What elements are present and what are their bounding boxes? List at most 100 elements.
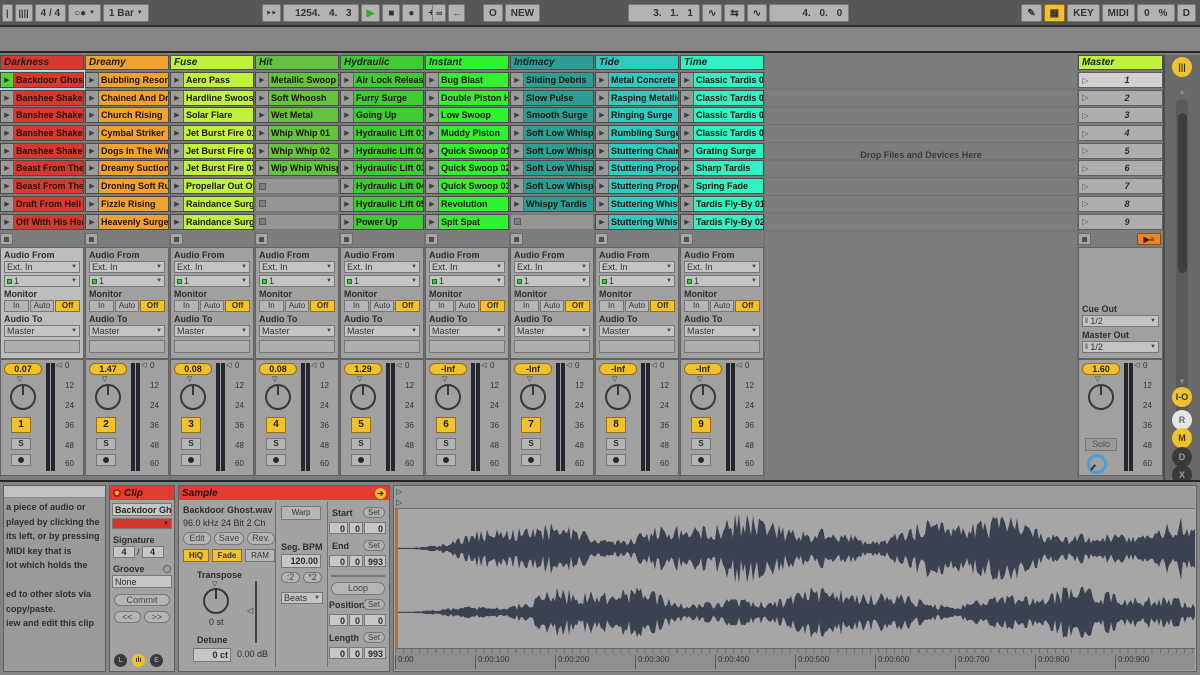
input-channel-chooser[interactable]: 1▼ xyxy=(684,275,760,287)
clip-launch-button[interactable]: ▶ xyxy=(341,161,354,175)
clip[interactable]: ▶ Stuttering Chain xyxy=(595,143,679,159)
commit-button[interactable]: Commit xyxy=(114,594,170,606)
clip-launch-button[interactable]: ▶ xyxy=(256,91,269,105)
output-chooser[interactable]: Master▼ xyxy=(599,325,675,337)
clip[interactable]: ▶ Classic Tardis 0 xyxy=(680,107,764,123)
arm-button[interactable] xyxy=(11,454,31,466)
midi-overdub-button[interactable]: ∞ xyxy=(432,4,446,22)
clip-launch-button[interactable]: ▶ xyxy=(681,215,694,229)
clip-launch-button[interactable]: ▶ xyxy=(426,108,439,122)
clip-launch-button[interactable]: ▶ xyxy=(681,73,694,87)
clip[interactable]: ▶ Banshee Shaked xyxy=(0,125,84,141)
back-to-arrangement-button[interactable]: ← xyxy=(448,4,465,22)
pan-knob[interactable] xyxy=(265,384,291,410)
scene-launch-icon[interactable]: ▷ xyxy=(1079,93,1092,102)
clip-gain-slider[interactable] xyxy=(255,581,257,643)
clip-launch-button[interactable]: ▶ xyxy=(511,108,524,122)
drop-zone[interactable]: Drop Files and Devices Here xyxy=(765,55,1077,480)
start-marker-icon[interactable]: ▷ xyxy=(396,487,402,496)
clip-launch-button[interactable]: ▶ xyxy=(171,215,184,229)
volume-value[interactable]: 1.29 xyxy=(344,363,382,375)
clip[interactable]: ▶ Stuttering Propo xyxy=(595,178,679,194)
pan-knob[interactable] xyxy=(95,384,121,410)
clip[interactable]: ▶ Beast From The xyxy=(0,178,84,194)
scene[interactable]: ▷ 4 xyxy=(1078,125,1163,141)
stop-all-clips-button[interactable] xyxy=(425,233,438,245)
clip-launch-button[interactable]: ▶ xyxy=(681,161,694,175)
volume-value[interactable]: 0.08 xyxy=(259,363,297,375)
clip[interactable]: ▶ Wip Whip Whisp xyxy=(255,160,339,176)
length-value[interactable]: 00993 xyxy=(329,647,386,659)
length-set-button[interactable]: Set xyxy=(363,632,385,643)
monitor-auto-button[interactable]: Auto xyxy=(30,300,55,312)
monitor-off-button[interactable]: Off xyxy=(310,300,335,312)
monitor-auto-button[interactable]: Auto xyxy=(200,300,225,312)
clip-launch-button[interactable]: ▶ xyxy=(511,73,524,87)
monitor-off-button[interactable]: Off xyxy=(480,300,505,312)
stop-all-clips-button[interactable] xyxy=(340,233,353,245)
clip[interactable]: ▶ Soft Whoosh xyxy=(255,90,339,106)
monitor-off-button[interactable]: Off xyxy=(225,300,250,312)
stop-all-clips-button[interactable] xyxy=(255,233,268,245)
arm-button[interactable] xyxy=(96,454,116,466)
gain-slider-handle-icon[interactable]: ◁ xyxy=(247,606,253,615)
clip-launch-button[interactable]: ▶ xyxy=(256,126,269,140)
arrangement-position[interactable]: 1254. 4. 3 xyxy=(283,4,359,22)
volume-value[interactable]: 1.47 xyxy=(89,363,127,375)
clip[interactable]: ▶ Tardis Fly-By 01 xyxy=(680,196,764,212)
clip[interactable]: ▶ Quick Swoop 01 xyxy=(425,143,509,159)
solo-button[interactable]: S xyxy=(521,438,541,450)
track-activator-button[interactable]: 7 xyxy=(521,417,541,433)
solo-button[interactable]: S xyxy=(266,438,286,450)
input-channel-chooser[interactable]: 1▼ xyxy=(259,275,335,287)
input-type-chooser[interactable]: Ext. In▼ xyxy=(684,261,760,273)
transpose-knob[interactable] xyxy=(203,588,229,614)
signature-numerator[interactable]: 4 xyxy=(113,546,135,558)
clip[interactable]: ▶ Propellar Out Of xyxy=(170,178,254,194)
clip[interactable]: ▶ Banshee Shaked xyxy=(0,143,84,159)
clip-stop-square-icon[interactable] xyxy=(259,200,266,207)
monitor-in-button[interactable]: In xyxy=(344,300,369,312)
clip[interactable]: ▶ Jet Burst Fire 02 xyxy=(170,143,254,159)
stop-all-clips-button[interactable] xyxy=(1078,233,1091,245)
clip-launch-button[interactable]: ▶ xyxy=(171,126,184,140)
track-header[interactable]: Time xyxy=(680,55,764,70)
input-channel-chooser[interactable]: 1▼ xyxy=(89,275,165,287)
track-header[interactable]: Fuse xyxy=(170,55,254,70)
clip-launch-button[interactable]: ▶ xyxy=(511,144,524,158)
back-to-arrangement-master-button[interactable]: ▶≡ xyxy=(1137,233,1161,245)
track-header[interactable]: Hit xyxy=(255,55,339,70)
clip[interactable]: ▶ Quick Swoop 02 xyxy=(425,160,509,176)
clip-launch-button[interactable]: ▶ xyxy=(171,91,184,105)
clip-launch-button[interactable]: ▶ xyxy=(171,144,184,158)
clip[interactable]: ▶ Sharp Tardis xyxy=(680,160,764,176)
waveform-region[interactable] xyxy=(395,509,1195,648)
input-channel-chooser[interactable]: 1▼ xyxy=(599,275,675,287)
record-button[interactable]: ● xyxy=(402,4,420,22)
pan-knob[interactable] xyxy=(690,384,716,410)
clip-launch-button[interactable]: ▶ xyxy=(256,161,269,175)
double-bpm-button[interactable]: *2 xyxy=(303,572,322,583)
cue-out-chooser[interactable]: ‖ 1/2▼ xyxy=(1082,315,1159,327)
clip[interactable]: ▶ Hydraulic Lift 01 xyxy=(340,125,424,141)
clip-color-chooser[interactable]: ▼ xyxy=(112,518,172,529)
solo-button[interactable]: S xyxy=(96,438,116,450)
seg-bpm-field[interactable]: 120.00 xyxy=(281,554,321,568)
delay-section-toggle[interactable]: D xyxy=(1172,447,1192,467)
clip-launch-button[interactable]: ▶ xyxy=(511,197,524,211)
new-button[interactable]: NEW xyxy=(505,4,540,22)
midi-map-button[interactable]: MIDI xyxy=(1102,4,1135,22)
input-channel-chooser[interactable]: 1▼ xyxy=(514,275,590,287)
clip[interactable]: ▶ Backdoor Ghost xyxy=(0,72,84,88)
clip[interactable]: ▶ Hydraulic Lift 03 xyxy=(340,160,424,176)
empty-clip-slot[interactable] xyxy=(255,214,339,230)
volume-value[interactable]: -Inf xyxy=(429,363,467,375)
clip-launch-button[interactable]: ▶ xyxy=(86,179,99,193)
monitor-off-button[interactable]: Off xyxy=(650,300,675,312)
scroll-down-icon[interactable]: ▼ xyxy=(1178,377,1186,386)
scroll-up-icon[interactable]: ▲ xyxy=(1178,87,1186,96)
clip-launch-button[interactable]: ▶ xyxy=(596,161,609,175)
output-chooser[interactable]: Master▼ xyxy=(684,325,760,337)
input-type-chooser[interactable]: Ext. In▼ xyxy=(174,261,250,273)
fade-button[interactable]: Fade xyxy=(212,549,242,562)
